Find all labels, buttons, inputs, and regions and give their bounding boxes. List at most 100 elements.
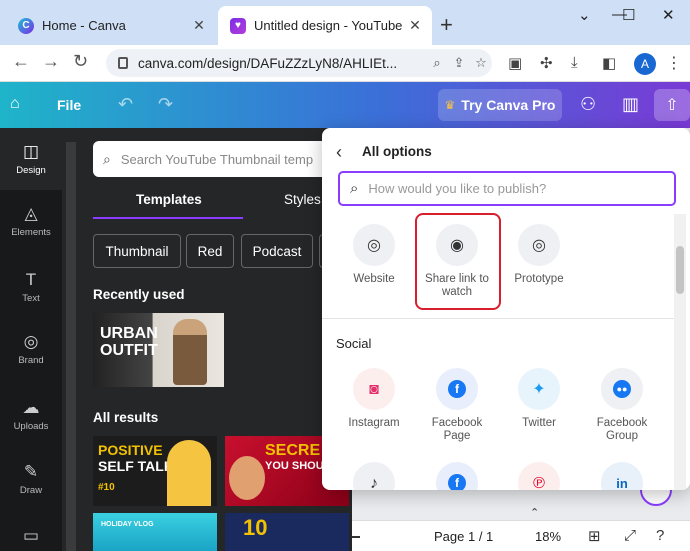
chip-podcast[interactable]: Podcast (241, 234, 313, 268)
chevron-left-icon[interactable]: ‹ (336, 142, 342, 163)
text-icon: T (25, 270, 37, 289)
brand-icon: ◎ (23, 332, 39, 351)
draw-icon: ✎ (23, 462, 39, 481)
linkedin-icon: in (601, 462, 643, 490)
extensions-puzzle-icon[interactable]: ✣ (540, 54, 553, 72)
option-twitter[interactable]: ✦ Twitter (499, 368, 579, 430)
chip-red[interactable]: Red (186, 234, 234, 268)
instagram-icon: ◙ (353, 368, 395, 410)
prototype-icon: ◎ (518, 224, 560, 266)
rail-item-draw[interactable]: ✎ Draw (0, 462, 62, 496)
folder-icon: ▭ (22, 526, 40, 545)
window-close-button[interactable]: ✕ (662, 6, 675, 24)
template-thumb-holiday-vlog[interactable]: HOLIDAY VLOG (93, 513, 217, 551)
forward-arrow-icon[interactable]: → (42, 51, 60, 72)
canva-design-icon: ♥ (230, 17, 246, 34)
download-icon[interactable]: ⤓ (571, 54, 578, 71)
chip-thumbnail[interactable]: Thumbnail (93, 234, 181, 268)
home-icon[interactable]: ⌂ (10, 95, 28, 113)
template-thumb-urban-outfit[interactable]: URBAN OUTFIT (93, 313, 224, 387)
back-arrow-icon[interactable]: ← (12, 51, 30, 72)
upload-icon: ☁ (22, 398, 40, 417)
bookmark-star-icon[interactable]: ☆ (470, 55, 492, 71)
tab-untitled-design[interactable]: ♥ Untitled design - YouTube Th ✕ (218, 6, 432, 45)
url-text: canva.com/design/DAFuZZzLyN8/AHLIEt... (138, 55, 398, 71)
share-page-icon[interactable]: ⇪ (448, 55, 470, 71)
page-indicator[interactable]: Page 1 / 1 (434, 529, 493, 544)
option-prototype[interactable]: ◎ Prototype (499, 224, 579, 286)
pinterest-icon: ℗ (518, 462, 560, 490)
rail-item-label: Text (22, 293, 40, 304)
dropdown-title: All options (362, 144, 432, 159)
try-canva-pro-button[interactable]: ♛ Try Canva Pro (438, 89, 562, 121)
scrollbar-thumb[interactable] (676, 246, 684, 294)
search-icon: ⌕ (350, 180, 359, 197)
rail-item-elements[interactable]: ◬ Elements (0, 204, 62, 238)
more-menu-icon[interactable]: ⋮ (666, 53, 682, 73)
share-upload-icon: ⇧ (665, 97, 679, 114)
option-pinterest[interactable]: ℗ (499, 462, 579, 490)
templates-panel: ⌕ Search YouTube Thumbnail temp Template… (62, 128, 353, 551)
redo-icon[interactable]: ↷ (158, 94, 173, 115)
rail-item-label: Design (16, 165, 46, 176)
template-search-input[interactable]: ⌕ Search YouTube Thumbnail temp (93, 141, 353, 177)
left-rail: ◫ Design ◬ Elements T Text ◎ Brand ☁ Upl… (0, 128, 62, 551)
option-label: Prototype (514, 273, 564, 285)
close-icon[interactable]: ✕ (404, 17, 426, 34)
option-facebook-group[interactable]: ●● Facebook Group (582, 368, 662, 443)
grid-view-icon[interactable]: ⊞ (588, 527, 601, 545)
address-bar[interactable]: canva.com/design/DAFuZZzLyN8/AHLIEt... ⌕… (106, 49, 492, 77)
undo-icon[interactable]: ↶ (118, 94, 133, 115)
template-thumb-plays[interactable]: 10 (225, 513, 349, 551)
tab-home-canva[interactable]: C Home - Canva ✕ (6, 6, 216, 45)
rail-item-folder[interactable]: ▭ (0, 526, 62, 549)
fullscreen-icon[interactable]: ⤢ (624, 527, 636, 544)
option-linkedin[interactable]: in (582, 462, 662, 490)
panel-scrollbar[interactable] (66, 142, 76, 551)
collaborate-people-icon[interactable]: ⚇ (580, 94, 596, 115)
dropdown-scrollbar[interactable] (674, 214, 686, 490)
publish-search-input[interactable]: ⌕ How would you like to publish? (338, 171, 676, 206)
help-icon[interactable]: ? (656, 527, 664, 544)
layout-icon: ◫ (22, 142, 40, 161)
zoom-level[interactable]: 18% (535, 529, 561, 544)
maximize-button[interactable]: ☐ (622, 6, 635, 24)
tab-templates[interactable]: Templates (136, 192, 202, 207)
twitter-icon: ✦ (518, 368, 560, 410)
chevron-down-icon[interactable]: ⌄ (578, 6, 591, 24)
rail-item-label: Brand (18, 355, 44, 366)
option-website[interactable]: ◎ Website (334, 224, 414, 286)
profile-avatar[interactable]: A (634, 53, 656, 75)
file-menu[interactable]: File (57, 97, 81, 113)
option-facebook-page[interactable]: f Facebook Page (417, 368, 497, 443)
option-label: Facebook Page (431, 417, 483, 442)
rail-item-brand[interactable]: ◎ Brand (0, 332, 62, 366)
insights-chart-icon[interactable]: ▥ (622, 94, 639, 115)
reload-icon[interactable]: ↻ (73, 51, 88, 72)
option-instagram[interactable]: ◙ Instagram (334, 368, 414, 430)
option-tiktok[interactable]: ♪ (334, 462, 414, 490)
search-placeholder: How would you like to publish? (368, 181, 547, 196)
tab-title: Home - Canva (42, 18, 126, 33)
search-placeholder: Search YouTube Thumbnail temp (120, 151, 314, 167)
share-button[interactable]: ⇧ (654, 89, 690, 121)
close-icon[interactable]: ✕ (188, 17, 210, 34)
tab-styles[interactable]: Styles (284, 192, 321, 207)
new-tab-button[interactable]: + (440, 12, 453, 38)
zoom-lens-icon[interactable]: ⌕ (426, 55, 448, 71)
chevron-up-icon[interactable]: ⌃ (530, 506, 539, 519)
rail-item-uploads[interactable]: ☁ Uploads (0, 398, 62, 432)
rail-item-design[interactable]: ◫ Design (0, 128, 62, 190)
website-icon: ◎ (353, 224, 395, 266)
template-thumb-self-talk[interactable]: POSITIVE SELF TALK #10 (93, 436, 217, 506)
canva-icon: C (18, 17, 34, 34)
shapes-icon: ◬ (24, 204, 38, 223)
side-panel-icon[interactable]: ◧ (602, 54, 616, 72)
screen-cast-icon[interactable]: ▣ (508, 54, 522, 72)
rail-item-text[interactable]: T Text (0, 270, 62, 304)
facebook-icon: f (436, 368, 478, 410)
zoom-slider[interactable] (352, 536, 360, 538)
divider (322, 318, 674, 319)
social-heading: Social (336, 336, 372, 351)
option-facebook-messenger[interactable]: f (417, 462, 497, 490)
